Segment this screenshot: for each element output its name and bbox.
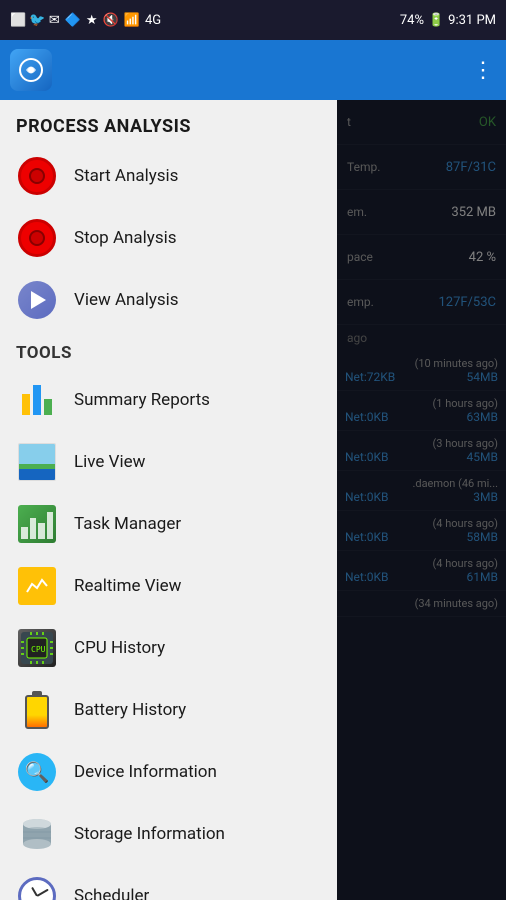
realtime-view-label: Realtime View xyxy=(74,576,181,596)
bluetooth-icon: 🔷 xyxy=(65,13,81,28)
status-left: ⬜ 🐦 ✉ 🔷 ★ 🔇 📶 4G xyxy=(10,13,161,28)
scheduler-label: Scheduler xyxy=(74,886,149,900)
summary-reports-label: Summary Reports xyxy=(74,390,210,410)
sound-icon: 🔇 xyxy=(103,13,119,28)
stop-analysis-label: Stop Analysis xyxy=(74,228,177,248)
menu-item-stop-analysis[interactable]: Stop Analysis xyxy=(0,207,337,269)
star-icon: ★ xyxy=(86,13,98,28)
view-analysis-icon xyxy=(16,279,58,321)
menu-item-summary-reports[interactable]: Summary Reports xyxy=(0,369,337,431)
battery-history-label: Battery History xyxy=(74,700,186,720)
live-view-label: Live View xyxy=(74,452,145,472)
view-analysis-label: View Analysis xyxy=(74,290,179,310)
storage-information-label: Storage Information xyxy=(74,824,225,844)
stop-analysis-icon xyxy=(16,217,58,259)
task-manager-icon xyxy=(16,503,58,545)
device-information-label: Device Information xyxy=(74,762,217,782)
start-analysis-label: Start Analysis xyxy=(74,166,178,186)
app-logo xyxy=(10,49,52,91)
task-manager-label: Task Manager xyxy=(74,514,181,534)
battery-history-icon xyxy=(16,689,58,731)
navigation-drawer: PROCESS ANALYSIS Start Analysis Stop Ana… xyxy=(0,100,337,900)
menu-item-view-analysis[interactable]: View Analysis xyxy=(0,269,337,331)
status-bar: ⬜ 🐦 ✉ 🔷 ★ 🔇 📶 4G 74% 🔋 9:31 PM xyxy=(0,0,506,40)
svg-text:CPU: CPU xyxy=(31,645,46,654)
menu-item-device-information[interactable]: 🔍 Device Information xyxy=(0,741,337,803)
cpu-history-label: CPU History xyxy=(74,638,165,658)
realtime-view-icon xyxy=(16,565,58,607)
device-information-icon: 🔍 xyxy=(16,751,58,793)
menu-item-storage-information[interactable]: Storage Information xyxy=(0,803,337,865)
menu-item-start-analysis[interactable]: Start Analysis xyxy=(0,145,337,207)
battery-percent: 74% xyxy=(400,13,424,28)
main-container: PROCESS ANALYSIS Start Analysis Stop Ana… xyxy=(0,100,506,900)
clock: 9:31 PM xyxy=(448,13,496,28)
start-analysis-icon xyxy=(16,155,58,197)
process-analysis-header: PROCESS ANALYSIS xyxy=(0,100,337,145)
app-bar-left xyxy=(10,49,52,91)
storage-information-icon xyxy=(16,813,58,855)
overflow-menu-button[interactable]: ⋮ xyxy=(472,58,496,83)
drawer-overlay[interactable] xyxy=(337,100,506,900)
tools-header: TOOLS xyxy=(0,331,337,369)
wifi-icon: 📶 xyxy=(124,13,140,28)
menu-item-cpu-history[interactable]: CPU CPU History xyxy=(0,617,337,679)
menu-item-realtime-view[interactable]: Realtime View xyxy=(0,555,337,617)
menu-item-battery-history[interactable]: Battery History xyxy=(0,679,337,741)
menu-item-live-view[interactable]: Live View xyxy=(0,431,337,493)
scheduler-icon xyxy=(16,875,58,900)
status-right: 74% 🔋 9:31 PM xyxy=(400,13,496,28)
notification-icons: ⬜ 🐦 ✉ xyxy=(10,13,60,28)
battery-icon: 🔋 xyxy=(428,13,444,28)
menu-item-scheduler[interactable]: Scheduler xyxy=(0,865,337,900)
menu-item-task-manager[interactable]: Task Manager xyxy=(0,493,337,555)
cpu-history-icon: CPU xyxy=(16,627,58,669)
app-bar: ⋮ xyxy=(0,40,506,100)
summary-reports-icon xyxy=(16,379,58,421)
live-view-icon xyxy=(16,441,58,483)
signal-icon: 4G xyxy=(145,13,161,28)
